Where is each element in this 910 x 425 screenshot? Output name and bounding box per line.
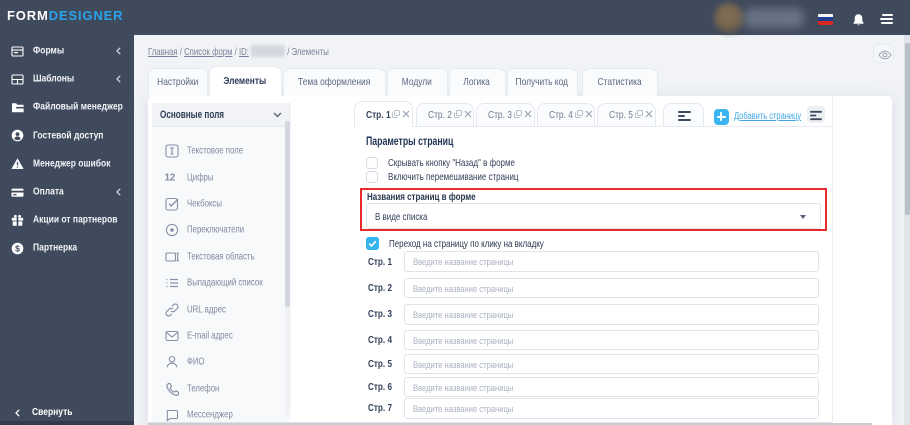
svg-text:$: $ <box>15 243 20 253</box>
